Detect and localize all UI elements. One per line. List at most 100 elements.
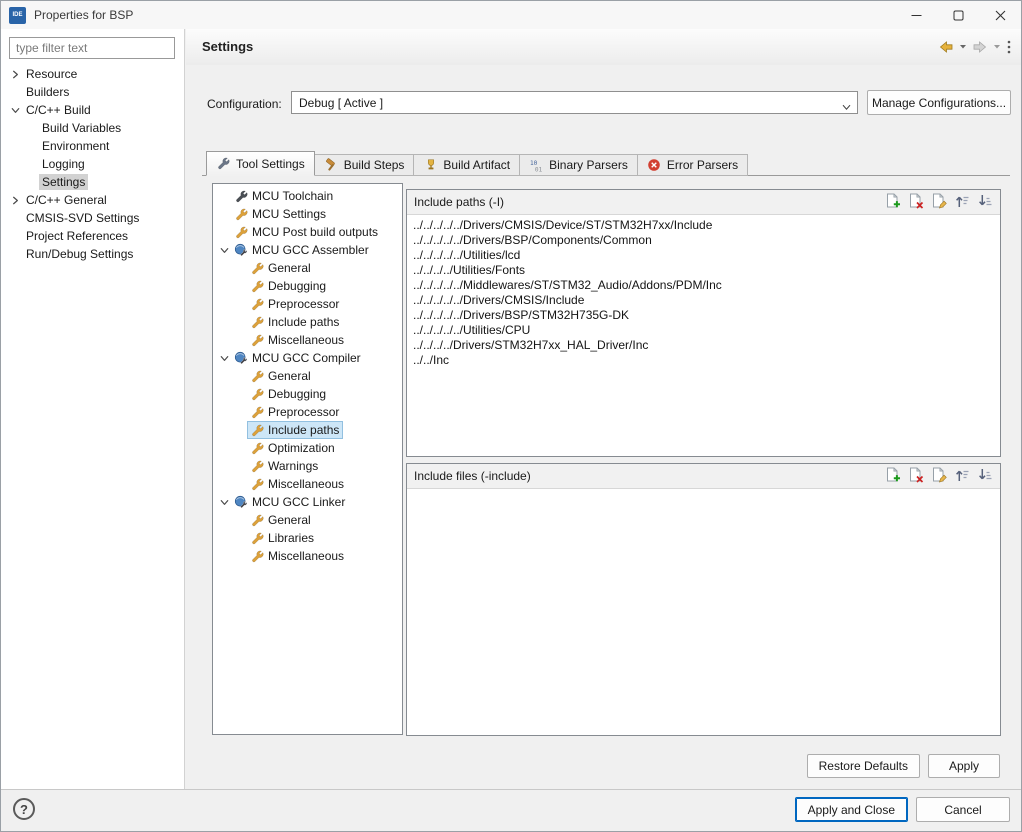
properties-dialog: IDE Properties for BSP Resource Builders C…	[0, 0, 1022, 832]
move-up-button[interactable]	[953, 468, 970, 485]
tool-item-mcu-gcc-linker[interactable]: MCU GCC Linker	[213, 493, 402, 511]
help-button[interactable]: ?	[13, 798, 35, 820]
sidebar-item-settings[interactable]: Settings	[1, 173, 184, 191]
chevron-right-icon[interactable]	[7, 193, 23, 207]
chevron-down-icon[interactable]	[7, 103, 23, 117]
edit-button[interactable]	[930, 193, 947, 211]
tool-item-preprocessor[interactable]: Preprocessor	[213, 403, 402, 421]
tool-item-miscellaneous[interactable]: Miscellaneous	[213, 475, 402, 493]
back-arrow-icon	[939, 41, 953, 53]
sidebar-item-build-variables[interactable]: Build Variables	[1, 119, 184, 137]
tool-item-include-paths[interactable]: Include paths	[213, 421, 402, 439]
sidebar-item-label: Builders	[26, 85, 70, 99]
tab-label: Binary Parsers	[549, 158, 628, 172]
include-path-item[interactable]: ../../../../../Drivers/BSP/Components/Co…	[407, 233, 1000, 248]
sidebar-item-run-debug-settings[interactable]: Run/Debug Settings	[1, 245, 184, 263]
move-up-button[interactable]	[953, 194, 970, 211]
include-path-item[interactable]: ../../../../../Drivers/BSP/STM32H735G-DK	[407, 308, 1000, 323]
include-path-item[interactable]: ../../../../../Utilities/CPU	[407, 323, 1000, 338]
wrench-amber-icon	[250, 333, 264, 347]
close-button[interactable]	[979, 1, 1021, 29]
chevron-down-icon[interactable]	[217, 244, 232, 257]
back-button[interactable]	[937, 37, 955, 57]
delete-button[interactable]	[907, 467, 924, 485]
settings-page: Settings Configuration: Debug [Active]…	[186, 29, 1021, 789]
tool-item-general[interactable]: General	[213, 511, 402, 529]
manage-configurations-button[interactable]: Manage Configurations...	[867, 90, 1011, 115]
tool-item-include-paths[interactable]: Include paths	[213, 313, 402, 331]
maximize-button[interactable]	[937, 1, 979, 29]
configuration-select[interactable]: Debug [ Active ]	[291, 91, 858, 114]
view-menu-button[interactable]	[1005, 37, 1013, 57]
include-path-item[interactable]: ../../../../../Middlewares/ST/STM32_Audi…	[407, 278, 1000, 293]
tool-item-mcu-toolchain[interactable]: MCU Toolchain	[213, 187, 402, 205]
sidebar-item-c-c-build[interactable]: C/C++ Build	[1, 101, 184, 119]
tool-item-mcu-post-build-outputs[interactable]: MCU Post build outputs	[213, 223, 402, 241]
tab-build-steps[interactable]: Build Steps	[313, 154, 415, 176]
tab-build-artifact[interactable]: Build Artifact	[413, 154, 521, 176]
tool-item-label: Miscellaneous	[268, 333, 345, 347]
include-path-item[interactable]: ../../../../../Utilities/lcd	[407, 248, 1000, 263]
tool-item-label: Libraries	[268, 531, 315, 545]
cancel-button[interactable]: Cancel	[916, 797, 1010, 822]
chevron-right-icon[interactable]	[7, 67, 23, 81]
wrench-amber-icon	[250, 513, 264, 527]
minimize-button[interactable]	[895, 1, 937, 29]
tool-item-mcu-settings[interactable]: MCU Settings	[213, 205, 402, 223]
tool-item-optimization[interactable]: Optimization	[213, 439, 402, 457]
apply-button[interactable]: Apply	[928, 754, 1000, 778]
add-button[interactable]	[884, 193, 901, 211]
tab-error-parsers[interactable]: Error Parsers	[636, 154, 749, 176]
sidebar-item-resource[interactable]: Resource	[1, 65, 184, 83]
apply-and-close-button[interactable]: Apply and Close	[794, 797, 908, 822]
tab-binary-parsers[interactable]: 10 01 Binary Parsers	[519, 154, 638, 176]
tool-item-general[interactable]: General	[213, 367, 402, 385]
sidebar-item-project-references[interactable]: Project References	[1, 227, 184, 245]
chevron-down-icon	[960, 45, 966, 49]
tool-item-general[interactable]: General	[213, 259, 402, 277]
tool-item-libraries[interactable]: Libraries	[213, 529, 402, 547]
wrench-amber-icon	[234, 225, 248, 239]
wrench-amber-icon	[250, 405, 264, 419]
include-path-item[interactable]: ../../../../Drivers/STM32H7xx_HAL_Driver…	[407, 338, 1000, 353]
forward-history-dropdown[interactable]	[992, 37, 1002, 57]
edit-button[interactable]	[930, 467, 947, 485]
sidebar-item-cmsis-svd-settings[interactable]: CMSIS-SVD Settings	[1, 209, 184, 227]
tool-item-warnings[interactable]: Warnings	[213, 457, 402, 475]
include-paths-list[interactable]: ../../../../../Drivers/CMSIS/Device/ST/S…	[407, 215, 1000, 456]
sidebar-item-environment[interactable]: Environment	[1, 137, 184, 155]
hammer-icon	[324, 158, 339, 173]
sidebar-item-logging[interactable]: Logging	[1, 155, 184, 173]
tool-item-debugging[interactable]: Debugging	[213, 385, 402, 403]
chevron-down-icon[interactable]	[217, 352, 232, 365]
restore-defaults-button[interactable]: Restore Defaults	[806, 754, 920, 778]
include-path-item[interactable]: ../../Inc	[407, 353, 1000, 368]
tab-tool-settings[interactable]: Tool Settings	[206, 151, 315, 176]
tool-item-debugging[interactable]: Debugging	[213, 277, 402, 295]
back-history-dropdown[interactable]	[958, 37, 968, 57]
delete-button[interactable]	[907, 193, 924, 211]
sidebar-item-label: Settings	[39, 174, 89, 190]
chevron-down-icon[interactable]	[217, 496, 232, 509]
include-files-list[interactable]	[407, 489, 1000, 735]
filter-input[interactable]	[9, 37, 175, 59]
tool-item-miscellaneous[interactable]: Miscellaneous	[213, 547, 402, 565]
wrench-amber-icon	[250, 315, 264, 329]
sidebar-item-builders[interactable]: Builders	[1, 83, 184, 101]
sidebar-item-label: Build Variables	[42, 121, 122, 135]
tool-item-mcu-gcc-assembler[interactable]: MCU GCC Assembler	[213, 241, 402, 259]
include-path-item[interactable]: ../../../../../Drivers/CMSIS/Device/ST/S…	[407, 218, 1000, 233]
add-button[interactable]	[884, 467, 901, 485]
sidebar-item-label: Environment	[42, 139, 110, 153]
move-down-button[interactable]	[976, 468, 993, 485]
include-path-item[interactable]: ../../../../Utilities/Fonts	[407, 263, 1000, 278]
tool-item-preprocessor[interactable]: Preprocessor	[213, 295, 402, 313]
tool-item-mcu-gcc-compiler[interactable]: MCU GCC Compiler	[213, 349, 402, 367]
tool-item-miscellaneous[interactable]: Miscellaneous	[213, 331, 402, 349]
sidebar-item-c-c-general[interactable]: C/C++ General	[1, 191, 184, 209]
move-down-button[interactable]	[976, 194, 993, 211]
include-path-item[interactable]: ../../../../../Drivers/CMSIS/Include	[407, 293, 1000, 308]
forward-button[interactable]	[971, 37, 989, 57]
